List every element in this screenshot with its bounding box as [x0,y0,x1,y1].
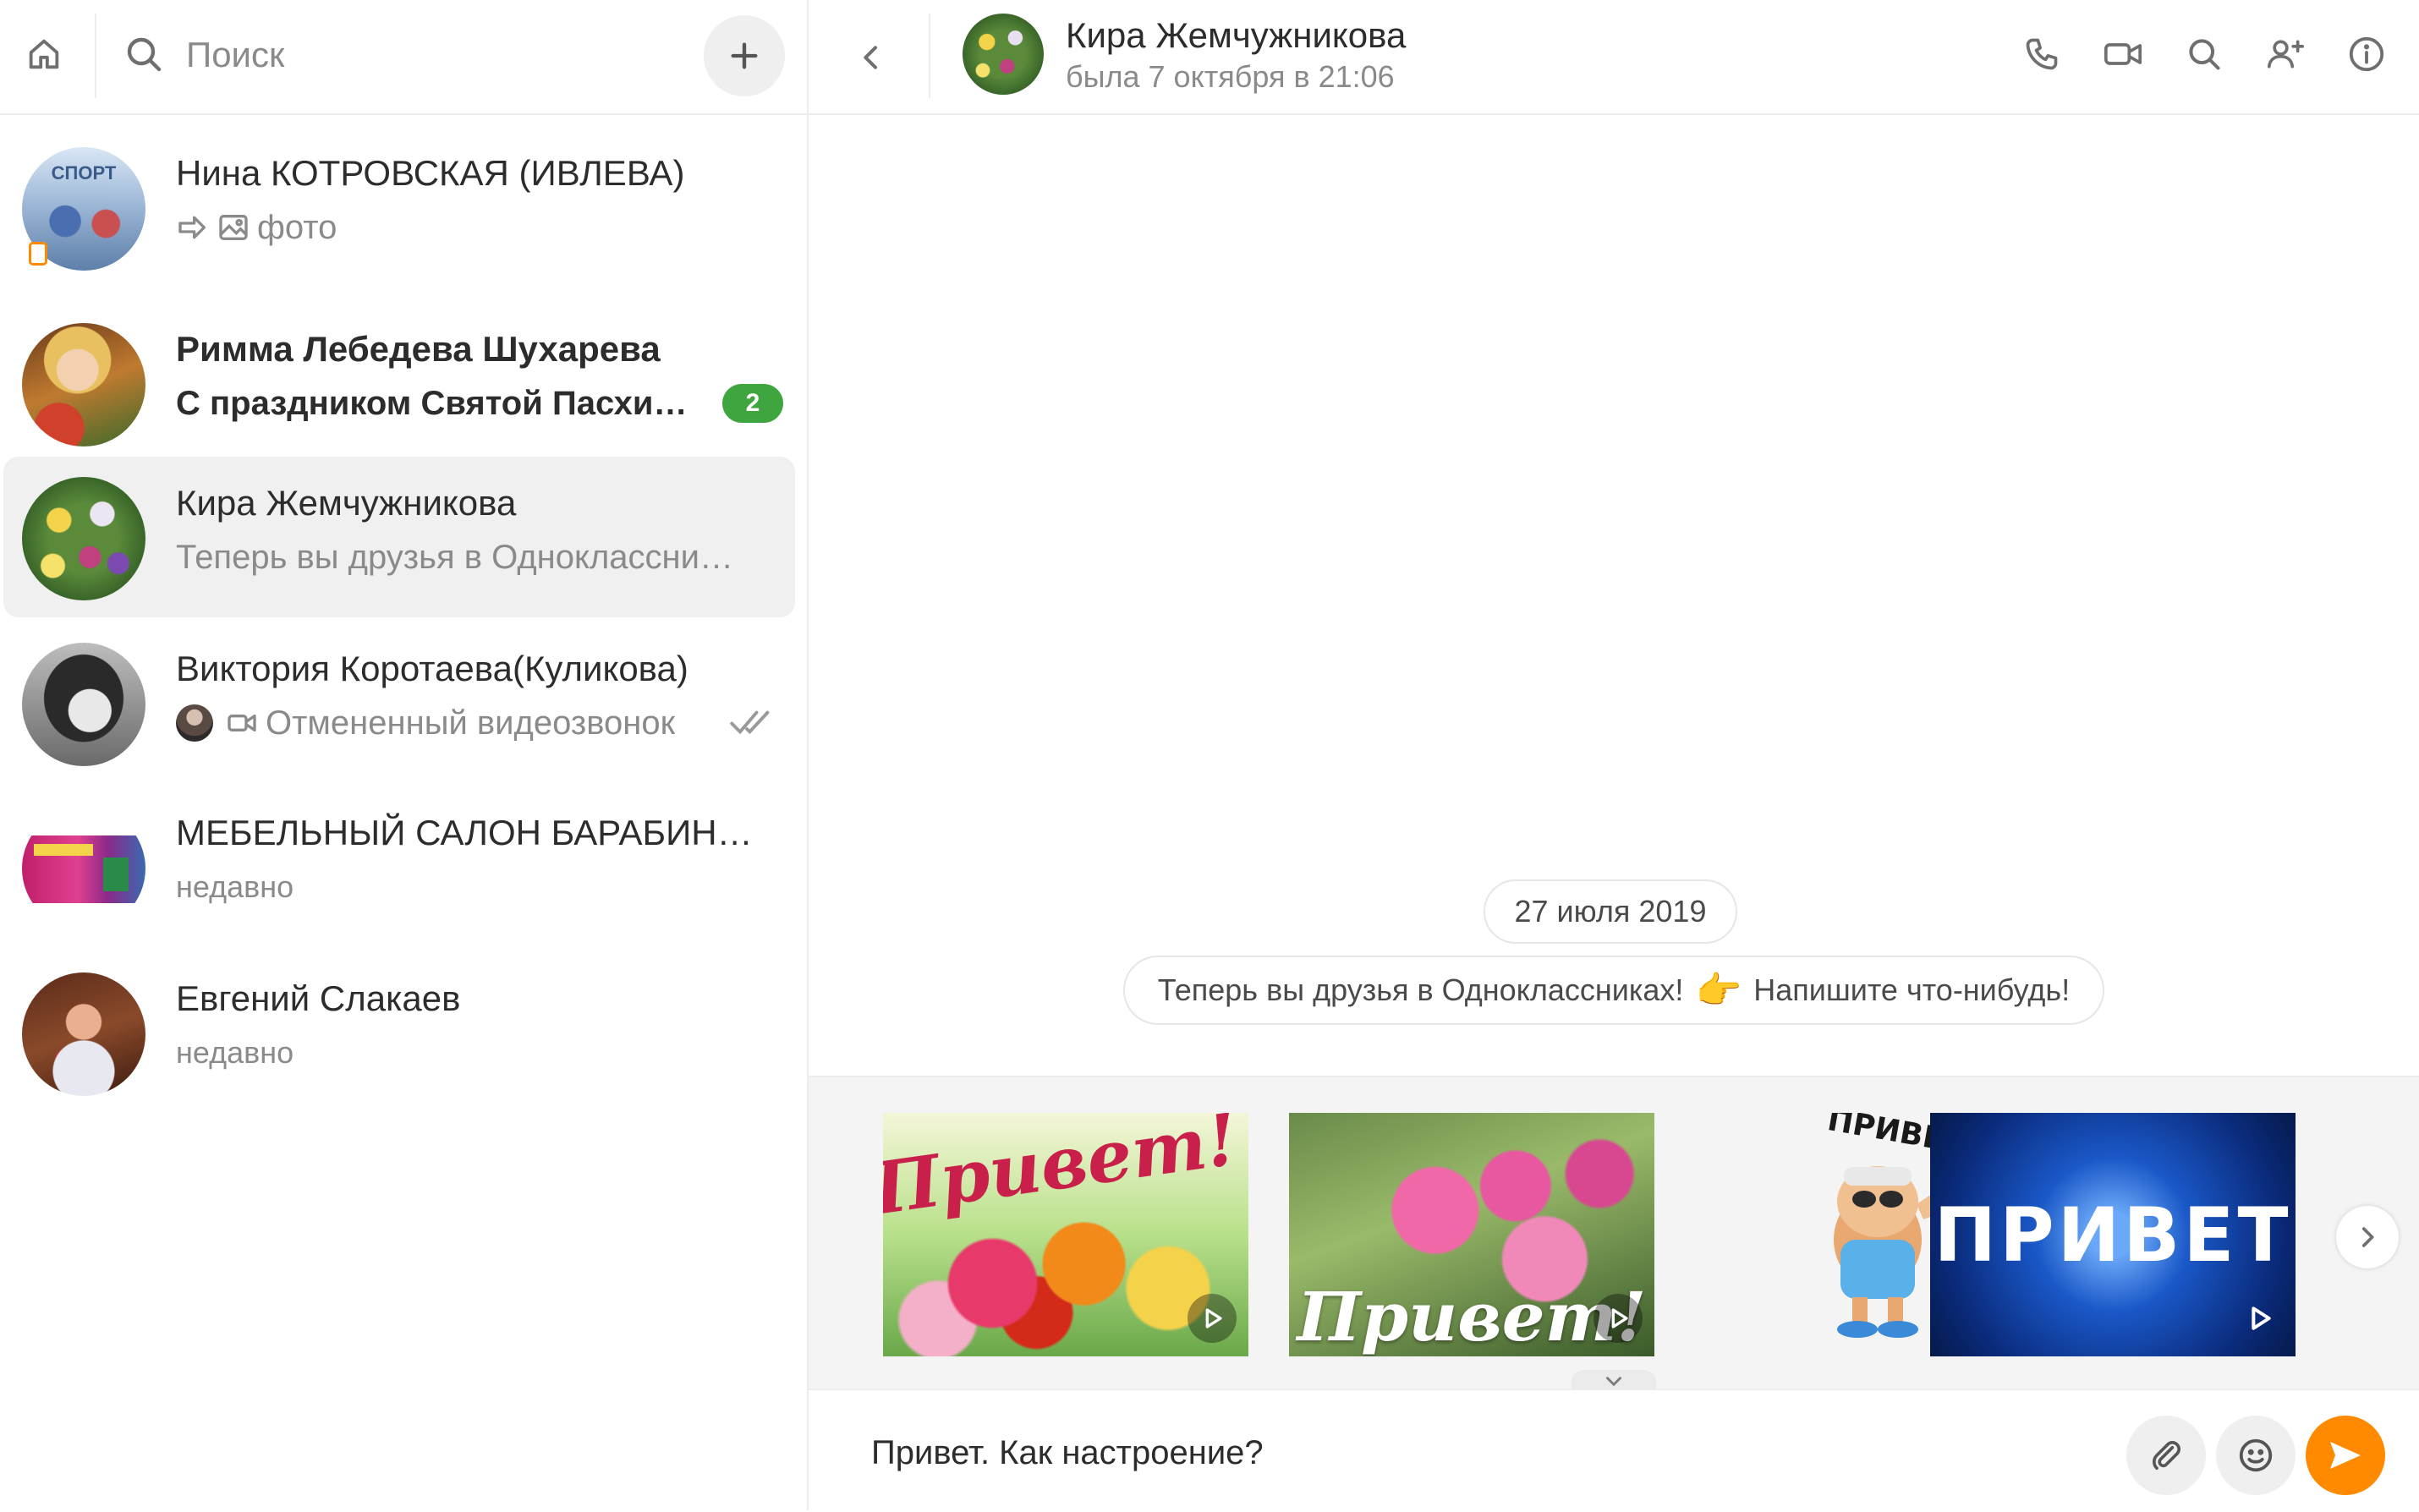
plus-icon [731,42,758,69]
back-button[interactable] [846,32,897,83]
chat-preview: фото [176,205,768,250]
chevron-right-icon [2361,1227,2374,1247]
chat-name: Кира Жемчужникова [176,483,517,523]
message-composer [809,1389,2419,1512]
date-separator: 27 июля 2019 [1484,879,1737,944]
chat-preview-text: недавно [176,1035,294,1070]
chat-preview-text: фото [257,209,337,246]
chat-preview-text: недавно [176,869,294,904]
add-user-icon [2267,40,2304,68]
chat-preview-text: С праздником Святой Пасхи… [176,385,688,422]
chat-item[interactable]: Виктория Коротаева(Куликова) Отмененный … [3,622,795,783]
chat-name: Виктория Коротаева(Куликова) [176,649,688,688]
play-button [1188,1294,1237,1343]
read-checkmarks-icon [730,710,770,735]
messenger-app: СПОРТ Нина КОТРОВСКАЯ (ИВЛЕВА) фото Римм… [0,0,2419,1512]
message-area[interactable]: 27 июля 2019 Теперь вы друзья в Одноклас… [809,115,2419,1076]
conversation-panel: Кира Жемчужникова была 7 октября в 21:06 [809,0,2419,1512]
sticker-item[interactable]: Привет! [1289,1113,1654,1356]
play-button [2235,1294,2284,1343]
photo-icon [219,215,248,240]
emoji-button[interactable] [2216,1416,2296,1495]
chat-item[interactable]: Римма Лебедева Шухарева С праздником Свя… [3,303,795,463]
chat-item[interactable]: Евгений Слакаев недавно [3,952,795,1113]
next-stickers-button[interactable] [2336,1206,2399,1268]
chat-preview: Отмененный видеозвонок [176,700,717,746]
search-icon [2189,39,2220,70]
header-actions [2020,29,2389,79]
mobile-online-icon [29,242,47,266]
home-icon [29,39,59,69]
sender-avatar [176,704,213,742]
send-icon [2330,1442,2361,1469]
sticker-item[interactable]: Привет! [883,1113,1248,1356]
search-in-chat-button[interactable] [2182,29,2226,79]
message-input[interactable] [869,1422,2057,1483]
avatar [22,807,145,930]
avatar [22,643,145,766]
new-chat-button[interactable] [704,15,785,96]
emoji-icon [2239,1438,2273,1472]
video-icon [2104,43,2142,65]
chat-preview: недавно [176,1030,768,1076]
sticker-suggestions: Привет! Привет! ПРИВЕТ ПРИВЕТ [809,1076,2419,1394]
chat-name: Римма Лебедева Шухарева [176,329,661,369]
chat-item-active[interactable]: Кира Жемчужникова Теперь вы друзья в Одн… [3,457,795,617]
chat-item[interactable]: МЕБЕЛЬНЫЙ САЛОН БАРАБИН… недавно [3,786,795,947]
forward-icon [178,216,206,239]
pointing-hand-emoji: 👉 [1695,970,1742,1011]
chat-name: Евгений Слакаев [176,978,461,1018]
chat-info-button[interactable] [2345,29,2389,79]
toolbar-divider [95,14,96,98]
audio-call-button[interactable] [2020,29,2064,79]
system-message-text: Теперь вы друзья в Одноклассниках! [1157,972,1684,1007]
system-message-cta: Напишите что-нибудь! [1753,972,2071,1007]
video-call-icon [228,715,256,731]
chat-preview: недавно [176,864,768,910]
search-input[interactable] [184,25,661,85]
chat-preview: Теперь вы друзья в Одноклассни… [176,534,768,580]
play-button [1593,1294,1643,1343]
chat-list-toolbar [0,0,807,115]
chat-preview-text: Отмененный видеозвонок [266,704,676,742]
avatar [22,972,145,1096]
contact-last-seen: была 7 октября в 21:06 [1066,59,1395,94]
chevron-down-icon [1606,1377,1621,1387]
add-participant-button[interactable] [2263,29,2307,79]
attach-button[interactable] [2126,1416,2206,1495]
back-icon [864,46,877,69]
search-icon [127,37,162,72]
chat-preview: С праздником Святой Пасхи… [176,381,717,426]
play-icon [2252,1307,2271,1330]
home-button[interactable] [22,32,66,76]
phone-icon [2026,38,2058,70]
chat-name: МЕБЕЛЬНЫЙ САЛОН БАРАБИН… [176,813,753,852]
avatar [22,477,145,600]
attach-icon [2153,1441,2180,1471]
sticker-item[interactable]: ПРИВЕТ [1930,1113,2296,1356]
chat-preview-text: Теперь вы друзья в Одноклассни… [176,539,733,576]
contact-name[interactable]: Кира Жемчужникова [1066,15,1406,56]
contact-avatar[interactable] [963,14,1044,95]
play-icon [1205,1308,1222,1328]
header-divider [929,14,930,98]
avatar [22,323,145,446]
chat-list-panel: СПОРТ Нина КОТРОВСКАЯ (ИВЛЕВА) фото Римм… [0,0,809,1510]
chat-item[interactable]: СПОРТ Нина КОТРОВСКАЯ (ИВЛЕВА) фото [3,127,795,288]
video-call-button[interactable] [2101,29,2145,79]
send-button[interactable] [2306,1416,2385,1495]
chat-name: Нина КОТРОВСКАЯ (ИВЛЕВА) [176,153,685,193]
system-message: Теперь вы друзья в Одноклассниках! 👉 Нап… [1123,956,2104,1025]
unread-count-badge: 2 [722,384,783,423]
info-icon [2349,36,2384,72]
play-icon [1611,1308,1628,1328]
conversation-header: Кира Жемчужникова была 7 октября в 21:06 [809,0,2419,115]
